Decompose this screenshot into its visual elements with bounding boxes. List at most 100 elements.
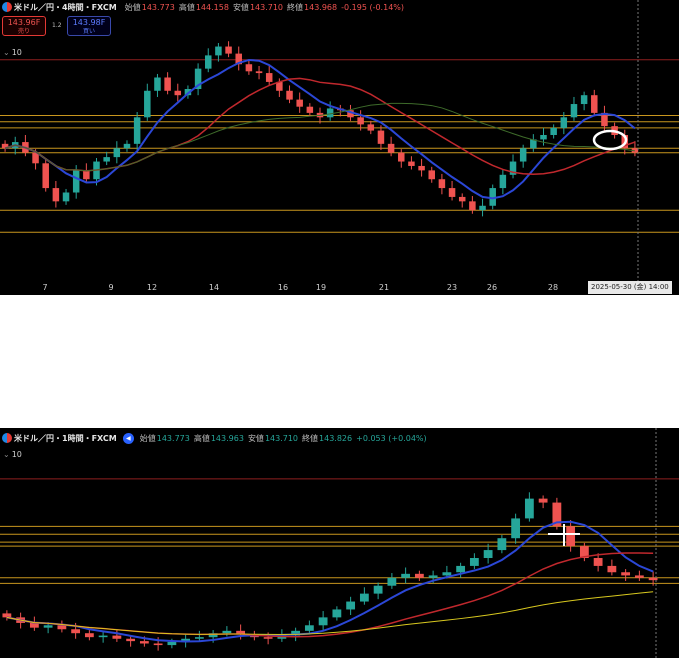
replay-icon[interactable]: ◀ — [122, 432, 134, 444]
candle-body — [167, 641, 177, 646]
candle-body — [550, 127, 557, 135]
buy-label: 買い — [82, 28, 95, 35]
change-value: +0.053 (+0.04%) — [356, 433, 427, 443]
candle-body — [174, 90, 182, 96]
candle-body — [456, 565, 466, 573]
ohlc-high: 高値143.963 — [193, 433, 244, 443]
candle-body — [621, 572, 631, 576]
candle-body — [519, 148, 527, 162]
candle-body — [607, 565, 617, 573]
candle-body — [580, 95, 588, 105]
candle-body — [373, 585, 383, 594]
sell-label: 売り — [17, 28, 30, 35]
candle-body — [205, 55, 212, 69]
candle-body — [225, 46, 232, 54]
candle-body — [154, 77, 161, 91]
candle-body — [499, 174, 507, 189]
x-axis-tick-label: 14 — [209, 283, 219, 292]
candle-body — [367, 124, 375, 131]
candle-body — [304, 625, 314, 631]
ohlc-low: 安値143.710 — [232, 2, 284, 12]
candle-body — [387, 143, 395, 153]
candle-body — [103, 157, 110, 162]
candle-body — [408, 161, 415, 166]
candle-body — [414, 573, 424, 578]
candle-body — [479, 205, 486, 211]
ohlc-close: 終値143.826 — [302, 433, 353, 443]
candle-body — [648, 577, 658, 581]
chart-canvas-1h[interactable] — [0, 428, 679, 658]
candle-body — [483, 550, 493, 558]
currency-flag-icon — [2, 433, 12, 443]
moving-average-short — [6, 520, 654, 643]
symbol-title[interactable]: 米ドル／円・1時間・FXCM — [14, 433, 117, 444]
candle-body — [418, 165, 425, 171]
crosshair-date-label: 2025-05-30 (金) 14:00 — [588, 281, 672, 294]
ohlc-low: 安値143.710 — [247, 433, 299, 443]
symbol-title[interactable]: 米ドル／円・4時間・FXCM — [14, 2, 117, 13]
chevron-down-icon[interactable]: ⌄ — [3, 450, 10, 459]
candle-body — [139, 641, 149, 644]
chart-canvas-4h[interactable]: 7 9 12 14 16 19 21 23 26 28 — [0, 0, 679, 295]
candle-body — [144, 90, 151, 118]
ohlc-close: 終値143.968 — [287, 2, 338, 12]
symbol-header-4h: 米ドル／円・4時間・FXCM 始値143.773 高値144.158 安値143… — [0, 0, 404, 14]
x-axis-tick-label: 26 — [487, 283, 497, 292]
candle-body — [113, 148, 121, 158]
candle-body — [83, 170, 90, 180]
candle-body — [357, 117, 364, 125]
x-axis-tick-label: 9 — [108, 283, 113, 292]
candle-body — [2, 613, 12, 618]
candle-body — [593, 558, 603, 566]
chart-panel-1h[interactable]: 米ドル／円・1時間・FXCM ◀ 始値143.773 高値143.963 安値1… — [0, 428, 679, 658]
ohlc-high: 高値144.158 — [178, 2, 229, 12]
moving-average-mid — [6, 552, 654, 638]
candle-body — [72, 170, 80, 193]
annotation-circle — [592, 129, 628, 151]
candle-body — [245, 64, 253, 72]
candle-body — [153, 643, 163, 646]
candle-body — [428, 575, 438, 578]
candle-body — [42, 163, 49, 189]
candle-body — [123, 143, 131, 149]
x-axis-tick-label: 12 — [147, 283, 157, 292]
change-value: -0.195 (-0.14%) — [341, 2, 404, 12]
buy-button[interactable]: 143.98F 買い — [67, 16, 111, 36]
ohlc-open: 始値143.773 — [139, 433, 190, 443]
candle-body — [194, 637, 204, 639]
candle-body — [255, 71, 263, 74]
candle-body — [469, 558, 479, 566]
candle-body — [634, 575, 644, 578]
candle-body — [222, 630, 232, 634]
candle-body — [215, 46, 222, 56]
candle-body — [126, 638, 136, 642]
candle-body — [326, 108, 334, 118]
x-axis-tick-label: 28 — [548, 283, 558, 292]
candle-body — [469, 201, 476, 211]
candle-body — [332, 609, 342, 618]
candle-body — [458, 196, 466, 202]
candle-body — [98, 635, 108, 638]
candle-body — [540, 135, 547, 140]
candle-body — [359, 593, 369, 602]
candle-body — [265, 73, 273, 82]
chart-panel-4h[interactable]: 7 9 12 14 16 19 21 23 26 28 米ドル／円・4時間・FXCM 始値143.… — [0, 0, 679, 295]
candle-body — [133, 117, 141, 144]
candle-body — [401, 573, 411, 578]
x-axis-tick-label: 21 — [379, 283, 389, 292]
candle-body — [560, 117, 568, 128]
candle-body — [306, 106, 314, 113]
sell-button[interactable]: 143.96F 売り — [2, 16, 46, 36]
candle-body — [428, 170, 435, 180]
candle-body — [71, 629, 81, 634]
candle-body — [52, 188, 60, 202]
x-axis-tick-label: 7 — [42, 283, 47, 292]
currency-flag-icon — [2, 2, 12, 12]
chevron-down-icon[interactable]: ⌄ — [3, 48, 10, 57]
candle-body — [62, 192, 70, 202]
candle-body — [263, 637, 273, 639]
volume-indicator-4h[interactable]: ⌄ 10 — [3, 48, 22, 57]
candle-body — [43, 625, 53, 628]
volume-indicator-1h[interactable]: ⌄ 10 — [3, 450, 22, 459]
candle-body — [448, 188, 456, 197]
